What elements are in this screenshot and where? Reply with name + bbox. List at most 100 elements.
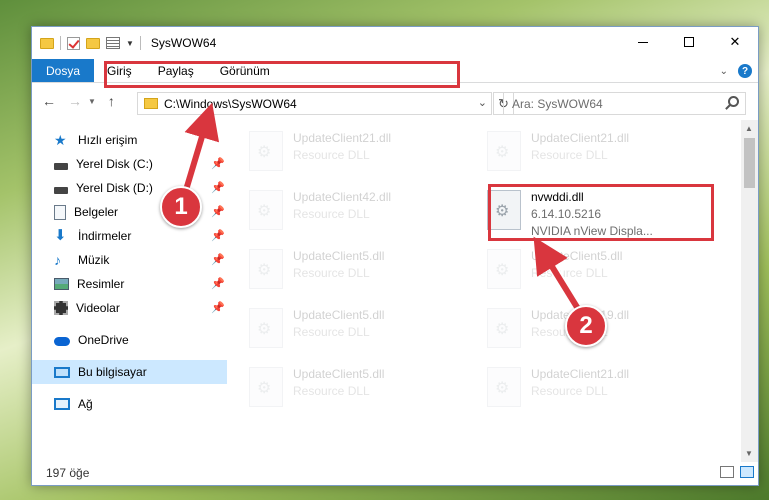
file-item[interactable]: UpdateClient42.dll Resource DLL bbox=[227, 182, 452, 238]
file-description: Resource DLL bbox=[293, 325, 370, 339]
file-description: Resource DLL bbox=[531, 266, 608, 280]
sidebar-item-local-disk-c[interactable]: Yerel Disk (C:) 📌 bbox=[32, 152, 227, 176]
window-title: SysWOW64 bbox=[150, 36, 217, 50]
sidebar-item-pictures[interactable]: Resimler 📌 bbox=[32, 272, 227, 296]
pin-icon[interactable]: 📌 bbox=[211, 253, 225, 266]
pin-icon[interactable]: 📌 bbox=[211, 277, 225, 290]
sidebar-item-label: OneDrive bbox=[78, 333, 129, 347]
address-bar[interactable]: C:\Windows\SysWOW64 ⌄ bbox=[137, 92, 492, 115]
file-description: Resource DLL bbox=[531, 384, 608, 398]
search-input[interactable]: Ara: SysWOW64 bbox=[503, 92, 746, 115]
minimize-button[interactable] bbox=[620, 27, 666, 57]
file-name: UpdateClient21.dll bbox=[531, 131, 630, 145]
help-icon[interactable]: ? bbox=[738, 64, 752, 78]
sidebar-item-network[interactable]: Ağ bbox=[32, 392, 227, 416]
dll-file-icon bbox=[249, 367, 283, 407]
tab-file[interactable]: Dosya bbox=[32, 59, 95, 82]
file-item[interactable]: UpdateClient5.dll Resource DLL bbox=[227, 241, 452, 297]
window-controls: ✕ bbox=[620, 27, 758, 57]
sidebar-item-videos[interactable]: Videolar 📌 bbox=[32, 296, 227, 320]
forward-arrow-icon[interactable]: → bbox=[68, 93, 82, 109]
sidebar-item-downloads[interactable]: ⬇ İndirmeler 📌 bbox=[32, 224, 227, 248]
navigation-buttons: ← → ▼ ↑ bbox=[42, 93, 115, 109]
sidebar-item-label: Videolar bbox=[76, 301, 120, 315]
scroll-up-icon[interactable]: ▲ bbox=[745, 124, 753, 133]
title-bar: ▼ SysWOW64 ✕ bbox=[32, 27, 758, 59]
sidebar-item-label: Hızlı erişim bbox=[78, 133, 138, 147]
close-button[interactable]: ✕ bbox=[712, 27, 758, 57]
file-item[interactable]: UpdateClient5.dll Resource DLL bbox=[227, 359, 452, 415]
details-view-icon[interactable] bbox=[720, 466, 734, 478]
back-arrow-icon[interactable]: ← bbox=[42, 93, 56, 109]
file-description: Resource DLL bbox=[531, 148, 608, 162]
vertical-scrollbar[interactable]: ▲ ▼ bbox=[741, 120, 758, 462]
maximize-icon bbox=[684, 37, 694, 47]
pin-icon[interactable]: 📌 bbox=[211, 229, 225, 242]
up-arrow-icon[interactable]: ↑ bbox=[108, 93, 115, 109]
search-icon[interactable] bbox=[728, 96, 739, 107]
file-name: UpdateClient5.dll bbox=[293, 367, 385, 381]
file-name: UpdateClient5.dll bbox=[293, 308, 385, 322]
pictures-icon bbox=[54, 278, 69, 290]
properties-check-icon[interactable] bbox=[67, 36, 80, 50]
file-description: Resource DLL bbox=[293, 148, 370, 162]
dll-file-icon bbox=[487, 131, 521, 171]
file-item[interactable]: UpdateClient21.dll Resource DLL bbox=[227, 123, 452, 179]
dll-file-icon bbox=[249, 308, 283, 348]
sidebar-item-this-pc[interactable]: Bu bilgisayar bbox=[32, 360, 227, 384]
address-bar-highlight bbox=[104, 61, 460, 88]
address-row: ← → ▼ ↑ C:\Windows\SysWOW64 ⌄ ↻ Ara: Sys… bbox=[32, 83, 758, 119]
callout-badge-1: 1 bbox=[160, 186, 202, 228]
dll-file-icon bbox=[487, 367, 521, 407]
scroll-down-icon[interactable]: ▼ bbox=[745, 449, 753, 458]
dll-file-icon bbox=[249, 131, 283, 171]
recent-locations-icon[interactable]: ▼ bbox=[88, 97, 96, 106]
dll-file-icon bbox=[487, 308, 521, 348]
properties-icon[interactable] bbox=[106, 37, 120, 49]
dll-file-icon bbox=[249, 190, 283, 230]
minimize-icon bbox=[638, 41, 648, 43]
pin-icon[interactable]: 📌 bbox=[211, 157, 225, 170]
file-list: UpdateClient21.dll Resource DLL UpdateCli… bbox=[227, 120, 747, 462]
sidebar-item-label: İndirmeler bbox=[78, 229, 132, 243]
separator bbox=[60, 36, 61, 50]
file-item[interactable]: UpdateClient5.dll Resource DLL bbox=[227, 300, 452, 356]
sidebar-item-label: Bu bilgisayar bbox=[78, 365, 147, 379]
scrollbar-thumb[interactable] bbox=[744, 138, 755, 188]
file-item[interactable]: UpdateClient21.dll Resource DLL bbox=[465, 123, 690, 179]
view-switcher bbox=[720, 466, 754, 478]
dll-file-icon bbox=[487, 249, 521, 289]
download-icon: ⬇ bbox=[54, 227, 67, 244]
large-icons-view-icon[interactable] bbox=[740, 466, 754, 478]
sidebar-item-onedrive[interactable]: OneDrive bbox=[32, 328, 227, 352]
close-icon: ✕ bbox=[729, 34, 741, 49]
sidebar-item-music[interactable]: ♪ Müzik 📌 bbox=[32, 248, 227, 272]
folder-icon bbox=[40, 37, 54, 49]
ribbon-right-controls: ⌄ ? bbox=[720, 64, 752, 78]
file-description: Resource DLL bbox=[293, 207, 370, 221]
content-area: ★ Hızlı erişim Yerel Disk (C:) 📌 Yerel D… bbox=[32, 120, 760, 462]
customize-toolbar-icon[interactable]: ▼ bbox=[126, 39, 134, 48]
video-icon bbox=[54, 301, 68, 315]
status-bar: 197 öğe bbox=[32, 461, 760, 485]
explorer-window: ▼ SysWOW64 ✕ Dosya Giriş Paylaş Görünüm … bbox=[31, 26, 759, 486]
maximize-button[interactable] bbox=[666, 27, 712, 57]
sidebar-item-quick-access[interactable]: ★ Hızlı erişim bbox=[32, 128, 227, 152]
disk-icon bbox=[54, 162, 68, 170]
document-icon bbox=[54, 204, 66, 220]
expand-ribbon-icon[interactable]: ⌄ bbox=[720, 66, 728, 77]
pin-icon[interactable]: 📌 bbox=[211, 301, 225, 314]
file-name: UpdateClient5.dll bbox=[293, 249, 385, 263]
new-folder-icon[interactable] bbox=[86, 37, 100, 49]
pin-icon[interactable]: 📌 bbox=[211, 181, 225, 194]
computer-icon bbox=[54, 366, 70, 378]
item-count: 197 öğe bbox=[46, 466, 90, 480]
file-name: UpdateClient5.dll bbox=[531, 249, 623, 263]
disk-icon bbox=[54, 186, 68, 194]
chevron-down-icon[interactable]: ⌄ bbox=[478, 96, 487, 109]
quick-access-toolbar: ▼ bbox=[40, 36, 141, 50]
file-item[interactable]: UpdateClient5.dll Resource DLL bbox=[465, 241, 690, 297]
pin-icon[interactable]: 📌 bbox=[211, 205, 225, 218]
callout-badge-2: 2 bbox=[565, 305, 607, 347]
file-item[interactable]: UpdateClient21.dll Resource DLL bbox=[465, 359, 690, 415]
